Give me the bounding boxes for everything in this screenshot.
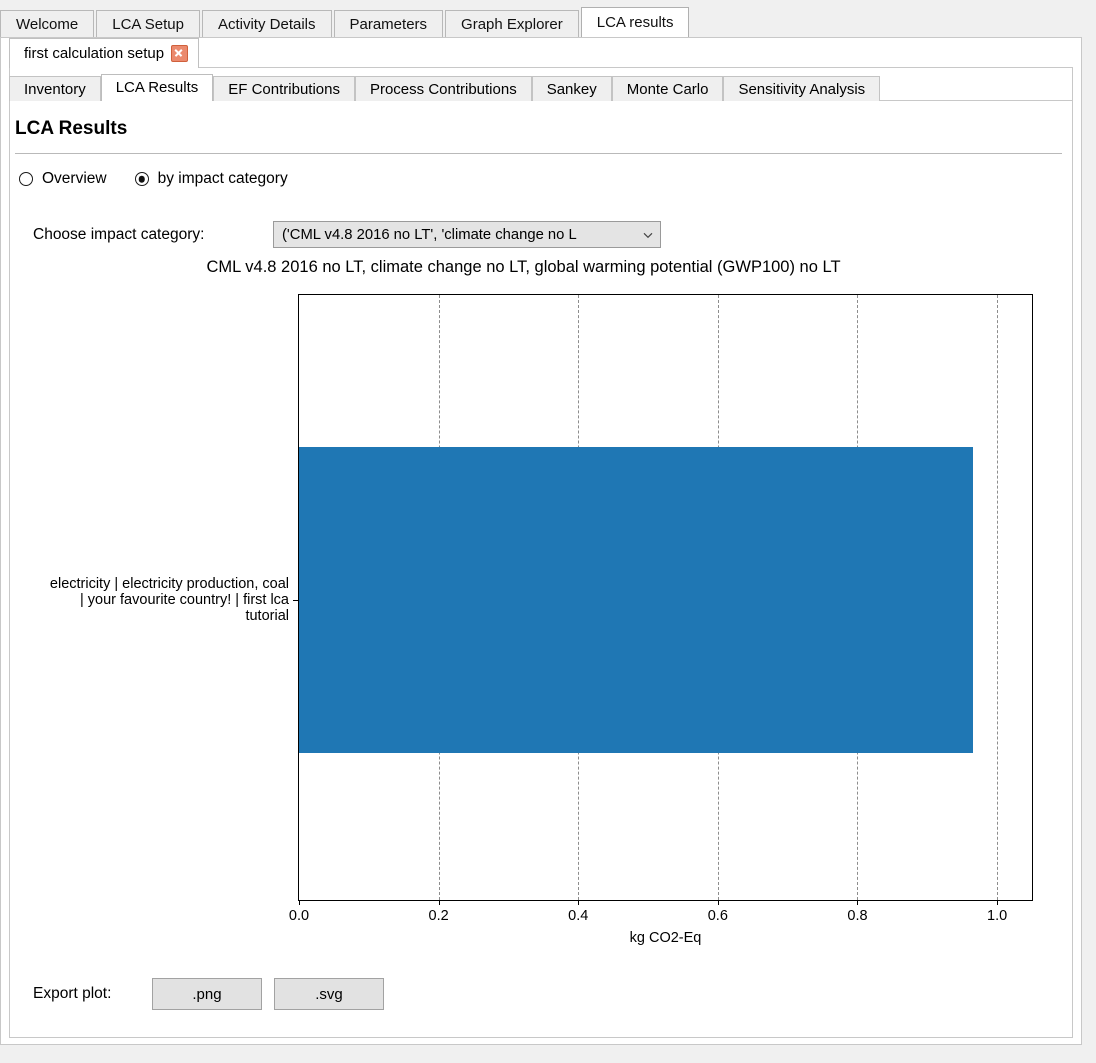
y-axis-tick [293, 599, 299, 601]
calculation-setup-label: first calculation setup [24, 45, 165, 62]
x-axis-label-5: 1.0 [987, 908, 1008, 924]
radio-by-impact-category[interactable]: by impact category [134, 170, 288, 188]
chart-plot-area: electricity | electricity production, co… [50, 294, 1033, 924]
x-axis-label-2: 0.4 [568, 908, 589, 924]
radio-overview[interactable]: Overview [19, 170, 107, 188]
lca-results-window: Welcome LCA Setup Activity Details Param… [0, 0, 1096, 1063]
tab-lca-setup[interactable]: LCA Setup [96, 10, 200, 37]
tab-parameters[interactable]: Parameters [333, 10, 444, 37]
x-axis-tick-3 [717, 900, 719, 905]
radio-overview-label: Overview [42, 170, 107, 187]
tab-lca-results-sub[interactable]: LCA Results [100, 74, 214, 101]
tab-ef-contributions[interactable]: EF Contributions [213, 76, 355, 101]
tab-graph-explorer[interactable]: Graph Explorer [445, 10, 579, 37]
radio-circle-selected-icon [134, 172, 149, 186]
title-divider [15, 153, 1062, 154]
lca-results-chart: CML v4.8 2016 no LT, climate change no L… [15, 258, 1047, 958]
tab-monte-carlo[interactable]: Monte Carlo [611, 76, 724, 101]
x-axis-label-0: 0.0 [288, 908, 310, 924]
tab-first-calculation-setup[interactable]: first calculation setup [9, 38, 200, 68]
tab-sankey[interactable]: Sankey [531, 76, 612, 101]
export-png-button[interactable]: .png [152, 978, 262, 1010]
impact-category-select[interactable]: ('CML v4.8 2016 no LT', 'climate change … [273, 221, 661, 248]
y-axis-tick-label: electricity | electricity production, co… [49, 575, 289, 624]
x-axis-tick-4 [857, 900, 859, 905]
tab-sensitivity-analysis[interactable]: Sensitivity Analysis [723, 76, 881, 101]
main-tab-bar: Welcome LCA Setup Activity Details Param… [0, 7, 691, 37]
close-icon[interactable] [171, 45, 189, 62]
tab-lca-results[interactable]: LCA results [580, 7, 690, 37]
calculation-setup-tab-bar: first calculation setup [9, 38, 200, 68]
x-axis-label-1: 0.2 [428, 908, 449, 924]
impact-category-label: Choose impact category: [33, 225, 205, 243]
tab-activity-details[interactable]: Activity Details [201, 10, 332, 37]
chevron-down-icon [643, 232, 653, 238]
bar-electricity[interactable] [299, 447, 974, 753]
impact-category-selected-value: ('CML v4.8 2016 no LT', 'climate change … [282, 226, 577, 243]
x-axis-label-4: 0.8 [847, 908, 868, 924]
tab-welcome[interactable]: Welcome [0, 10, 95, 37]
x-axis-title: kg CO2-Eq [629, 930, 702, 946]
x-axis-label-3: 0.6 [707, 908, 728, 924]
x-axis-tick-0 [299, 900, 300, 905]
view-mode-radio-group: Overview by impact category [19, 170, 316, 188]
gridline-1.0 [997, 295, 999, 900]
x-axis-tick-1 [438, 900, 440, 905]
radio-circle-icon [19, 172, 33, 186]
results-tab-bar: Inventory LCA Results EF Contributions P… [9, 74, 881, 101]
export-plot-label: Export plot: [33, 985, 112, 1002]
export-plot-row: Export plot: .png .svg [33, 978, 396, 1010]
x-axis-tick-2 [578, 900, 580, 905]
impact-category-row: Choose impact category: ('CML v4.8 2016 … [33, 221, 661, 248]
export-svg-button[interactable]: .svg [274, 978, 384, 1010]
tab-inventory[interactable]: Inventory [9, 76, 101, 101]
tab-process-contributions[interactable]: Process Contributions [354, 76, 532, 101]
radio-by-impact-category-label: by impact category [157, 170, 288, 187]
x-axis-tick-5 [997, 900, 999, 905]
chart-title: CML v4.8 2016 no LT, climate change no L… [206, 258, 841, 276]
page-title: LCA Results [15, 118, 128, 139]
